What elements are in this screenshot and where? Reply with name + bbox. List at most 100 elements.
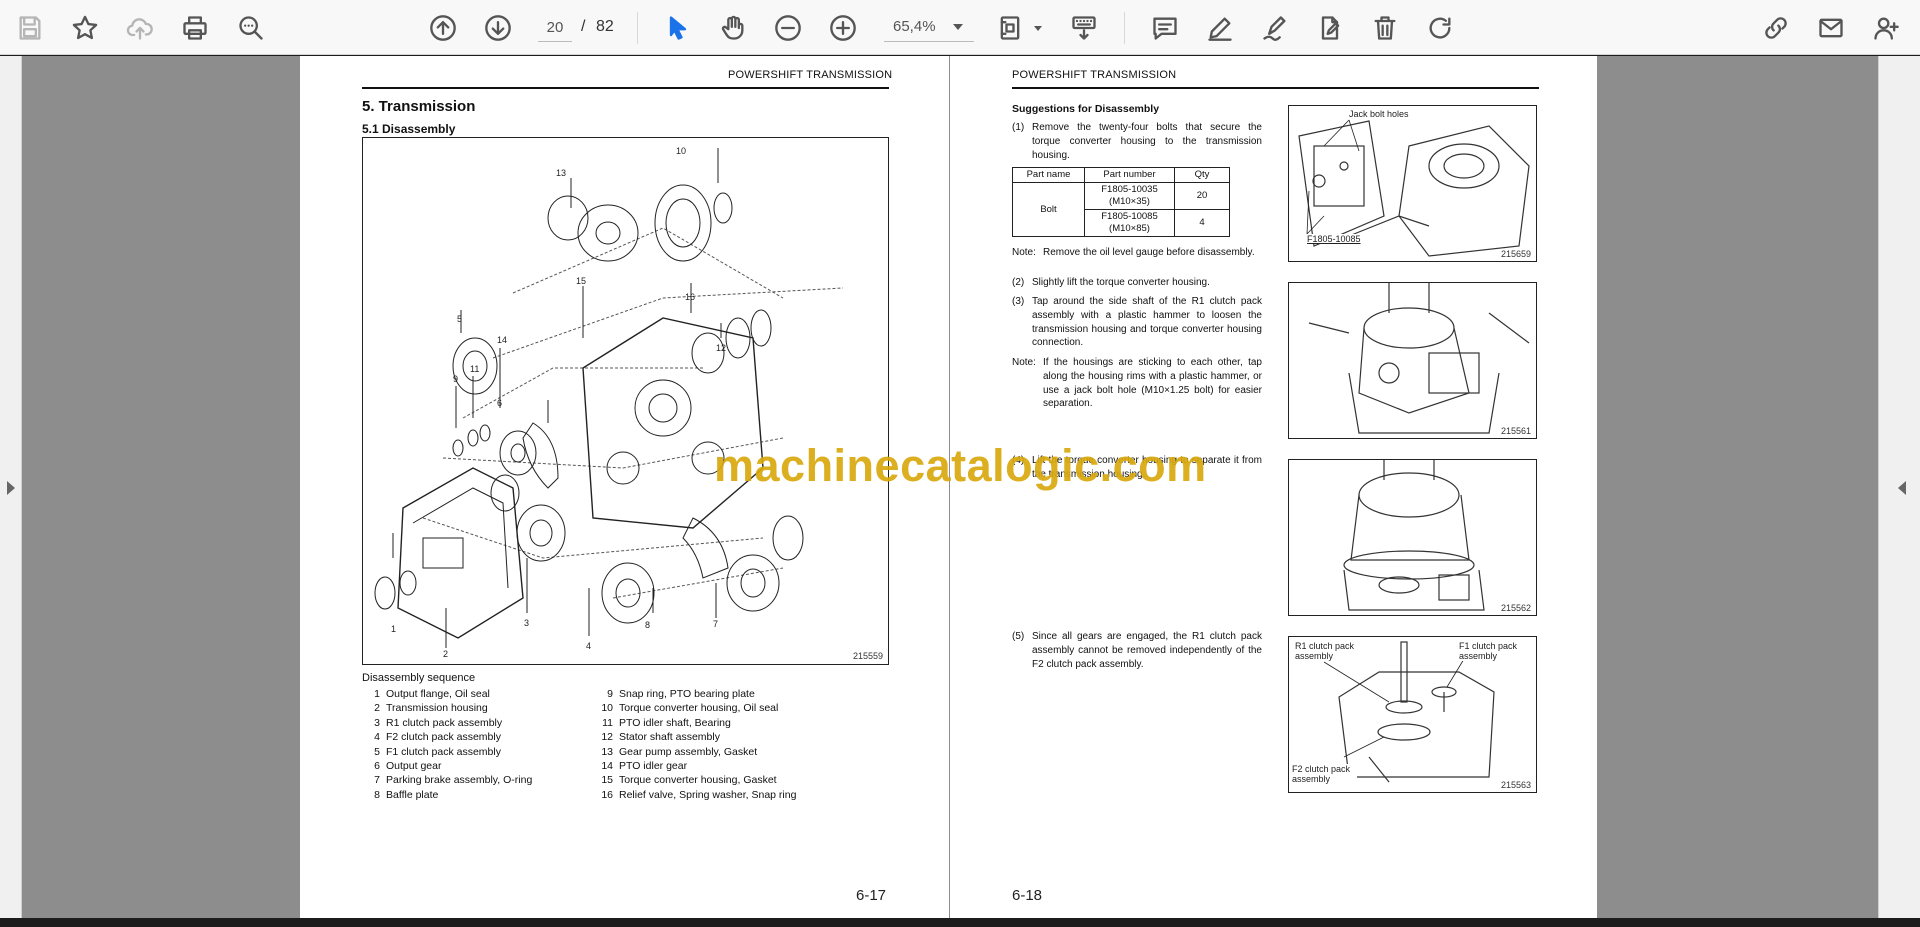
callout-7: 7	[713, 619, 718, 629]
print-button[interactable]	[177, 10, 213, 46]
page-fit-dropdown[interactable]	[1020, 10, 1056, 46]
watermark-text: machinecatalogic.com	[714, 440, 1207, 491]
find-button[interactable]	[233, 10, 269, 46]
list-item: 14 PTO idler gear	[601, 760, 688, 773]
previous-page-button[interactable]	[425, 10, 461, 46]
callout-15: 15	[576, 276, 586, 286]
sequence-list-right: 9 Snap ring, PTO bearing plate 10 Torque c…	[595, 687, 796, 802]
jack-bolt-holes-label: Jack bolt holes	[1349, 109, 1409, 119]
step-2: (2) Slightly lift the torque converter ho…	[1012, 277, 1210, 288]
list-item: 2 Transmission housing	[374, 702, 488, 715]
next-page-button[interactable]	[480, 10, 516, 46]
step-5: (5) Since all gears are engaged, the R1 c…	[1012, 631, 1262, 670]
housing-separated-illustration	[1343, 460, 1485, 611]
figure-id: 215659	[1501, 249, 1532, 259]
photo-lift-housing: 215561	[1288, 282, 1537, 439]
table-header-row: Part name Part number Qty	[1012, 167, 1230, 183]
save-button[interactable]	[12, 10, 48, 46]
upload-cloud-button[interactable]	[122, 10, 158, 46]
pencil-icon	[1208, 17, 1232, 41]
suggestions-title: Suggestions for Disassembly	[1012, 103, 1160, 115]
list-item: 13 Gear pump assembly, Gasket	[601, 745, 758, 758]
running-header: POWERSHIFT TRANSMISSION	[728, 69, 893, 81]
left-panel-toggle[interactable]	[0, 56, 22, 918]
page-separator: /	[581, 18, 586, 35]
trash-icon	[1374, 16, 1396, 40]
expand-left-panel-icon[interactable]	[7, 481, 15, 495]
toolbar-divider	[637, 12, 638, 44]
delete-button[interactable]	[1367, 10, 1403, 46]
envelope-icon	[1819, 18, 1843, 38]
scroll-mode-button[interactable]	[1066, 10, 1102, 46]
star-icon	[72, 15, 98, 40]
redo-button[interactable]	[1422, 10, 1458, 46]
bookmark-button[interactable]	[67, 10, 103, 46]
arrow-down-circle-icon	[485, 15, 511, 41]
step-3: (3) Tap around the side shaft of the R1 c…	[1012, 296, 1262, 349]
list-item: 8 Baffle plate	[374, 788, 439, 801]
callout-1: 1	[391, 624, 396, 634]
figure-id: 215561	[1501, 426, 1532, 436]
draw-button[interactable]	[1257, 10, 1293, 46]
figure-id: 215563	[1501, 780, 1532, 790]
page-number-input[interactable]	[538, 14, 572, 42]
photo-clutch-packs: R1 clutch pack assembly F1 clutch pack a…	[1288, 636, 1537, 793]
edit-document-button[interactable]	[1312, 10, 1348, 46]
callout-4: 4	[586, 641, 591, 651]
list-item: 6 Output gear	[374, 760, 442, 773]
share-link-button[interactable]	[1758, 10, 1794, 46]
callout-16: 16	[685, 292, 695, 302]
plus-circle-icon	[830, 15, 856, 41]
expand-right-panel-icon[interactable]	[1898, 481, 1906, 495]
f2-clutch-pack-label: F2 clutch pack assembly	[1292, 764, 1357, 784]
sequence-list-left: 1 Output flange, Oil seal 2 Transmission h…	[362, 687, 532, 802]
email-button[interactable]	[1813, 10, 1849, 46]
toolbar-divider	[1124, 12, 1125, 44]
printer-icon	[183, 16, 207, 40]
note-2: Note: If the housings are sticking to eac…	[1012, 357, 1262, 410]
exploded-view-figure: 1 2 3 4 5 6 7 8 9 10 11 12 13 14 15 16 2…	[362, 137, 889, 665]
table-row: Bolt F1805-10035 (M10×35) 20	[1012, 182, 1230, 237]
figure-id: 215559	[853, 651, 884, 661]
photo-jack-bolt-holes: Jack bolt holes F1805-10085 215659	[1288, 105, 1537, 262]
page-number: 6-17	[856, 887, 887, 904]
list-item: 11 PTO idler shaft, Bearing	[602, 716, 731, 729]
note-1: Note: Remove the oil level gauge before d…	[1012, 247, 1255, 258]
r1-clutch-pack-label: R1 clutch pack assembly	[1295, 641, 1360, 661]
list-item: 16 Relief valve, Spring washer, Snap ring	[601, 788, 797, 801]
list-item: 5 F1 clutch pack assembly	[374, 745, 501, 758]
callout-9: 9	[453, 374, 458, 384]
highlight-button[interactable]	[1202, 10, 1238, 46]
bolt-parts-table: Part name Part number Qty Bolt F1805-100…	[1012, 167, 1230, 237]
list-item: 12 Stator shaft assembly	[601, 731, 720, 744]
select-tool-button[interactable]	[660, 10, 696, 46]
list-item: 3 R1 clutch pack assembly	[374, 716, 503, 729]
right-panel-toggle[interactable]	[1878, 56, 1920, 918]
list-item: 10 Torque converter housing, Oil seal	[601, 702, 779, 715]
photo-separated-housing: 215562	[1288, 459, 1537, 616]
zoom-in-button[interactable]	[825, 10, 861, 46]
search-icon	[239, 16, 263, 40]
link-pen-icon	[1765, 17, 1787, 39]
zoom-out-button[interactable]	[770, 10, 806, 46]
zoom-dropdown-caret-icon[interactable]	[953, 24, 963, 30]
figure-id: 215562	[1501, 603, 1532, 613]
list-item: 7 Parking brake assembly, O-ring	[374, 774, 533, 787]
callout-2: 2	[443, 649, 448, 659]
hand-tool-button[interactable]	[715, 10, 751, 46]
hand-icon	[721, 15, 744, 40]
cloud-upload-icon	[126, 18, 153, 40]
pdf-toolbar: / 82 65,4%	[0, 0, 1920, 55]
list-item: 15 Torque converter housing, Gasket	[601, 774, 777, 787]
comment-button[interactable]	[1147, 10, 1183, 46]
document-edit-icon	[1321, 16, 1340, 40]
minus-circle-icon	[775, 15, 801, 41]
zoom-level-value: 65,4%	[893, 18, 936, 35]
list-item: 1 Output flange, Oil seal	[374, 688, 490, 700]
pen-sign-icon	[1263, 16, 1286, 41]
running-header: POWERSHIFT TRANSMISSION	[1012, 69, 1177, 81]
add-user-button[interactable]	[1868, 10, 1904, 46]
keyboard-scroll-icon	[1072, 16, 1096, 40]
cursor-arrow-icon	[669, 16, 687, 40]
callout-8: 8	[645, 620, 650, 630]
